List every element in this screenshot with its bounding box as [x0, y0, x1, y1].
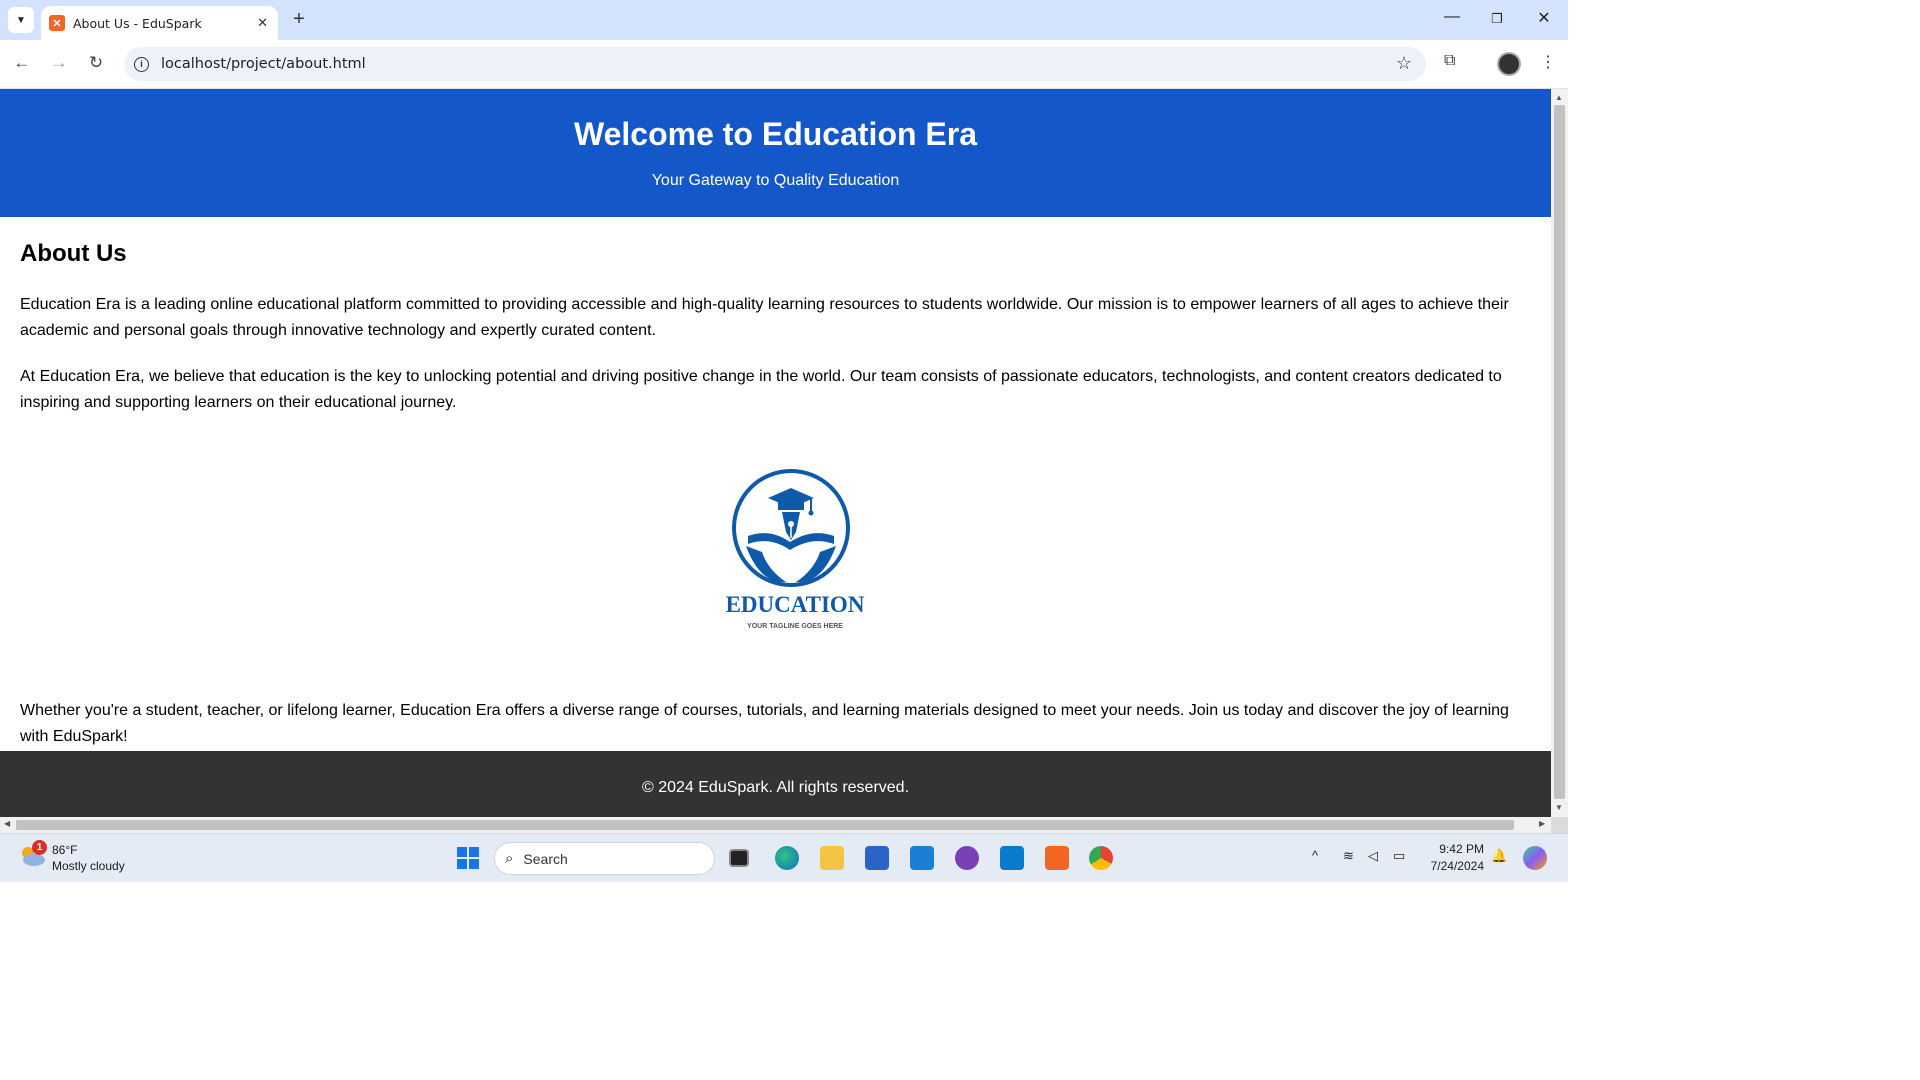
scroll-right-icon[interactable]: ▶	[1539, 819, 1545, 828]
scrollbar-corner	[1551, 817, 1568, 833]
forward-arrow-icon[interactable]: →	[47, 53, 71, 73]
browser-toolbar: ← → ↻ i localhost/project/about.html ☆ ⧉…	[0, 40, 1568, 89]
browser-menu-icon[interactable]: ⋮	[1540, 52, 1556, 72]
weather-notification-badge: 1	[32, 840, 47, 855]
close-window-icon[interactable]: ✕	[1529, 8, 1559, 28]
tab-title: About Us - EduSpark	[73, 15, 202, 31]
edge-browser-icon[interactable]	[775, 846, 799, 870]
new-tab-button[interactable]: +	[288, 8, 310, 31]
horizontal-scrollbar[interactable]: ◀ ▶	[0, 817, 1551, 833]
wifi-icon[interactable]: ≋	[1343, 848, 1354, 864]
horizontal-scroll-thumb[interactable]	[16, 820, 1514, 830]
education-logo-icon: EDUCATION YOUR TAGLINE GOES HERE	[726, 469, 865, 630]
microsoft-store-icon[interactable]	[865, 846, 889, 870]
windows-taskbar: 1 86°F Mostly cloudy ⌕ Search ^ ≋ ◁ ▭ 9:…	[0, 833, 1568, 882]
weather-temperature[interactable]: 86°F	[52, 843, 77, 857]
extensions-puzzle-icon[interactable]: ⧉	[1444, 52, 1455, 70]
about-heading: About Us	[20, 240, 127, 267]
notification-bell-icon[interactable]: 🔔	[1491, 848, 1507, 864]
logo-wordmark: EDUCATION	[726, 592, 865, 617]
xampp-favicon-icon: ✕	[49, 15, 65, 31]
about-paragraph-2: At Education Era, we believe that educat…	[20, 368, 1502, 411]
copilot-icon[interactable]	[1523, 846, 1547, 870]
footer-copyright: © 2024 EduSpark. All rights reserved.	[641, 779, 910, 796]
volume-icon[interactable]: ◁	[1368, 848, 1378, 864]
search-icon: ⌕	[505, 850, 514, 867]
tab-close-icon[interactable]: ✕	[257, 15, 268, 31]
tray-overflow-chevron-icon[interactable]: ^	[1312, 848, 1318, 863]
restore-icon[interactable]: ❐	[1482, 11, 1512, 27]
windows-start-icon[interactable]	[456, 846, 480, 870]
profile-avatar[interactable]	[1497, 52, 1521, 76]
xampp-icon[interactable]	[1045, 846, 1069, 870]
chevron-down-icon: ▼	[16, 14, 26, 26]
clock-time[interactable]: 9:42 PM	[1418, 842, 1484, 856]
main-content: About Us Education Era is a leading onli…	[0, 217, 1551, 750]
weather-condition[interactable]: Mostly cloudy	[52, 859, 125, 873]
url-text[interactable]: localhost/project/about.html	[161, 56, 366, 72]
clock-date[interactable]: 7/24/2024	[1418, 859, 1484, 873]
about-paragraph-1: Education Era is a leading online educat…	[20, 296, 1509, 339]
back-arrow-icon[interactable]: ←	[10, 53, 34, 73]
minimize-icon[interactable]: —	[1437, 8, 1467, 26]
scroll-up-icon[interactable]: ▲	[1555, 93, 1563, 102]
vertical-scroll-thumb[interactable]	[1554, 105, 1565, 799]
scroll-left-icon[interactable]: ◀	[4, 819, 10, 828]
site-footer: © 2024 EduSpark. All rights reserved.	[0, 751, 1551, 817]
mail-icon[interactable]	[910, 846, 934, 870]
header-subtitle: Your Gateway to Quality Education	[651, 172, 900, 189]
task-view-icon[interactable]	[729, 849, 749, 867]
about-paragraph-3: Whether you're a student, teacher, or li…	[20, 702, 1509, 745]
github-desktop-icon[interactable]	[955, 846, 979, 870]
bookmark-star-icon[interactable]: ☆	[1396, 53, 1412, 74]
browser-tab-strip: ▼ ✕ About Us - EduSpark ✕ + — ❐ ✕	[0, 0, 1568, 40]
vscode-icon[interactable]	[1000, 846, 1024, 870]
education-logo: EDUCATION YOUR TAGLINE GOES HERE	[20, 446, 1531, 676]
site-header: Welcome to Education Era Your Gateway to…	[0, 89, 1551, 217]
header-title: Welcome to Education Era	[573, 116, 978, 152]
browser-tab-active[interactable]: ✕ About Us - EduSpark ✕	[41, 6, 278, 40]
taskbar-search-label: Search	[523, 850, 568, 867]
address-bar[interactable]: i localhost/project/about.html ☆	[124, 47, 1426, 81]
site-info-icon[interactable]: i	[134, 56, 149, 72]
tab-search-button[interactable]: ▼	[8, 7, 34, 33]
battery-icon[interactable]: ▭	[1393, 848, 1405, 864]
file-explorer-icon[interactable]	[820, 846, 844, 870]
page-viewport: Welcome to Education Era Your Gateway to…	[0, 89, 1551, 817]
reload-icon[interactable]: ↻	[84, 53, 108, 73]
logo-tagline: YOUR TAGLINE GOES HERE	[747, 623, 843, 630]
scroll-down-icon[interactable]: ▼	[1555, 803, 1563, 812]
vertical-scrollbar[interactable]: ▲ ▼	[1551, 89, 1568, 817]
chrome-icon[interactable]	[1089, 846, 1113, 870]
taskbar-search-box[interactable]: ⌕ Search	[494, 842, 715, 875]
